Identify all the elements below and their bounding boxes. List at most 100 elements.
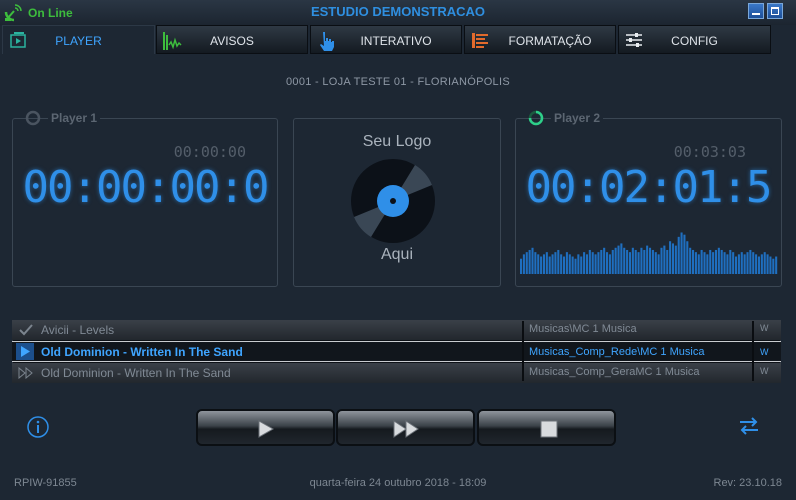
logo-top-text: Seu Logo [362, 133, 432, 150]
minimize-button[interactable] [748, 3, 764, 19]
spectrum-bar [542, 254, 545, 274]
spectrum-bar [732, 252, 735, 274]
info-icon[interactable] [26, 415, 50, 439]
spectrum-bar [677, 236, 680, 274]
swap-arrows-icon[interactable] [737, 414, 761, 438]
column-divider [522, 321, 524, 381]
track-name: Old Dominion - Written In The Sand [41, 366, 231, 380]
spectrum-bar [534, 252, 537, 274]
spectrum-bar [571, 256, 574, 274]
spectrum-bar [560, 254, 563, 274]
spectrum-bar [694, 252, 697, 274]
fast-forward-icon [393, 420, 419, 438]
spectrum-bar [528, 249, 531, 274]
tab-label: CONFIG [671, 34, 718, 48]
spectrum-bar [666, 249, 669, 274]
next-indicator-icon [18, 367, 33, 379]
spectrum-bar [763, 252, 766, 274]
tab-player[interactable]: PLAYER [2, 25, 155, 54]
track-flag: W [760, 323, 769, 333]
logo-bottom-text: Aqui [380, 246, 414, 263]
spectrum-bar [597, 252, 600, 274]
spectrum-bar [726, 254, 729, 274]
spectrum-bar [654, 252, 657, 274]
spectrum-bar [712, 252, 715, 274]
spectrum-bar [583, 252, 586, 274]
spectrum-bar [766, 254, 769, 274]
spectrum-bar [585, 254, 588, 274]
playlist-row[interactable]: Avicii - Levels Musicas\MC 1 Musica W [12, 320, 781, 340]
player2-status-ring-icon [528, 110, 544, 126]
spectrum-bar [692, 249, 695, 274]
stop-button[interactable] [477, 409, 616, 446]
title-bar: On Line ESTUDIO DEMONSTRACAO [0, 0, 796, 25]
spectrum-bar [686, 241, 689, 274]
spectrum-bar [680, 232, 683, 274]
spectrum-bar [717, 247, 720, 274]
spectrum-bar [723, 252, 726, 274]
maximize-button[interactable] [767, 3, 783, 19]
playlist-row[interactable]: Old Dominion - Written In The Sand Music… [12, 363, 781, 383]
spectrum-bar [574, 258, 577, 274]
spectrum-bar [703, 252, 706, 274]
column-divider [752, 321, 754, 381]
date-time: quarta-feira 24 outubro 2018 - 18:09 [309, 477, 487, 489]
spectrum-bar [591, 252, 594, 274]
play-button[interactable] [196, 409, 335, 446]
player1-status-ring-icon [25, 110, 41, 126]
spectrum-bar [729, 249, 732, 274]
spectrum-bar [651, 249, 654, 274]
spectrum-bar [634, 249, 637, 274]
spectrum-bar [749, 249, 752, 274]
spectrum-bar [545, 252, 548, 274]
checkmark-icon [19, 324, 33, 336]
spectrum-bar [697, 254, 700, 274]
spectrum-bar [551, 254, 554, 274]
play-indicator-icon [16, 343, 34, 360]
spectrum-bar [525, 252, 528, 274]
spectrum-bar [643, 249, 646, 274]
tab-formatacao[interactable]: FORMATAÇÃO [464, 25, 616, 54]
spectrum-bar [743, 254, 746, 274]
tab-label: PLAYER [55, 34, 102, 48]
track-flag: W [760, 366, 769, 376]
spectrum-bar [674, 245, 677, 274]
spectrum-bar [660, 247, 663, 274]
player1-elapsed-time: 00:00:00:0 [22, 162, 270, 213]
spectrum-bar [755, 254, 758, 274]
tab-avisos[interactable]: AVISOS [156, 25, 308, 54]
spectrum-bar [649, 247, 652, 274]
spectrum-bar [623, 247, 626, 274]
spectrum-bar [603, 247, 606, 274]
tab-interativo[interactable]: INTERATIVO [310, 25, 462, 54]
spectrum-bar [737, 254, 740, 274]
fast-forward-button[interactable] [336, 409, 475, 446]
playlist-row-playing[interactable]: Old Dominion - Written In The Sand Music… [12, 341, 781, 362]
spectrum-bar [637, 252, 640, 274]
spectrum-bar [557, 249, 560, 274]
spectrum-bar [671, 243, 674, 274]
spectrum-bar [520, 258, 523, 274]
store-name: 0001 - LOJA TESTE 01 - FLORIANÓPOLIS [286, 76, 510, 88]
player2-title: Player 2 [551, 111, 604, 125]
tab-label: FORMATAÇÃO [508, 34, 592, 48]
spectrum-bar [757, 256, 760, 274]
player1-title: Player 1 [48, 111, 101, 125]
spectrum-bar [706, 254, 709, 274]
stop-icon [540, 420, 558, 438]
player2-total-time: 00:03:03 [673, 143, 746, 161]
spectrum-bar [606, 252, 609, 274]
spectrum-bar [588, 249, 591, 274]
spectrum-bar [752, 252, 755, 274]
spectrum-bar [628, 252, 631, 274]
tab-config[interactable]: CONFIG [618, 25, 771, 54]
spectrum-bar [565, 252, 568, 274]
spectrum-bar [683, 234, 686, 274]
spectrum-bar [563, 256, 566, 274]
track-path: Musicas\MC 1 Musica [529, 323, 637, 335]
spectrum-bar [714, 249, 717, 274]
spectrum-bar [646, 245, 649, 274]
spectrum-bar [626, 249, 629, 274]
spectrum-bar [669, 241, 672, 274]
spectrum-bar [608, 254, 611, 274]
